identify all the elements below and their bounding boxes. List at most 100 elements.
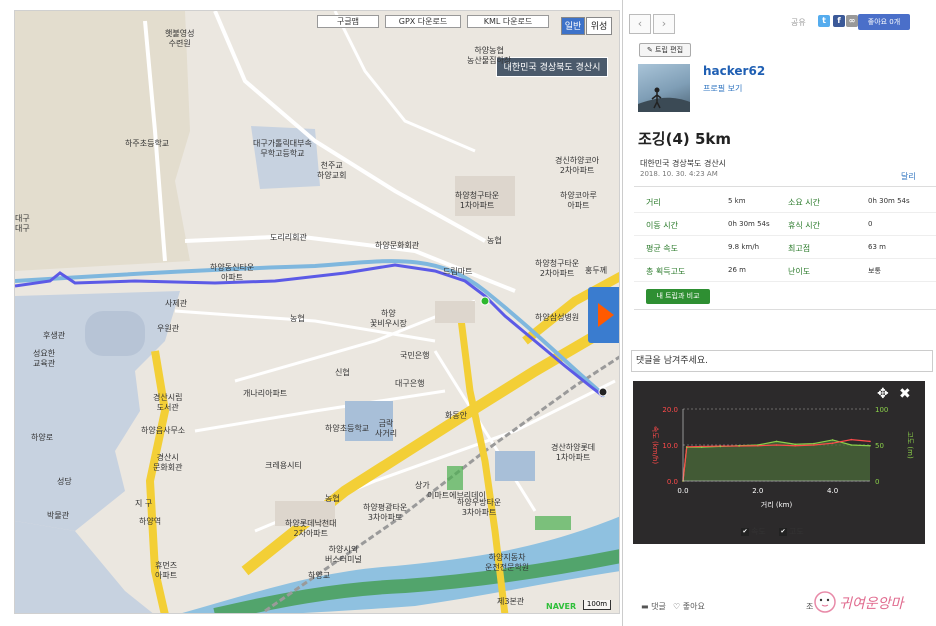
activity-type-link[interactable]: 달리 [901,171,916,182]
move-icon[interactable]: ✥ [877,387,889,401]
map-place-label: 박물관 [47,511,70,520]
elevation-speed-chart[interactable]: ✥ ✖ 0.0 10.0 20.0 0 50 100 0.0 2.0 4.0 거리 (km) 속도 … [633,381,925,544]
share-label: 공유 [791,18,806,27]
play-arrow-icon [598,303,614,327]
map-place-label: 하양역 [139,517,162,526]
y-right-tick-label: 50 [875,442,884,450]
map-type-satellite-button[interactable]: 위성 [586,17,612,35]
map-place-label: 하양교 [308,571,331,580]
speed-point [794,444,796,447]
y-left-tick-label: 10.0 [662,442,678,450]
legend-speed-label: 속도 [751,527,766,536]
map-place-label: 제3본관 [497,597,525,606]
like-link-label: 좋아요 [682,602,705,611]
speed-point [869,440,871,443]
checkbox-icon[interactable]: ✔ [779,527,787,536]
like-link[interactable]: ♡ 좋아요 [673,601,705,612]
elevation-point [775,440,778,443]
avatar[interactable] [638,64,690,112]
map-place-label: 성당 [57,477,72,486]
stat-value: 5 km [728,197,746,205]
elevation-point [794,443,796,446]
stat-row: 총 획득고도 26 m 난이도 보통 [634,259,936,282]
map-place-label: 햇불영성 수련원 [165,29,195,48]
y-left-axis-label: 속도 (km/h) [651,426,659,465]
stat-label: 평균 속도 [646,244,678,253]
compare-trip-button[interactable]: 내 트립과 비교 [646,289,710,304]
stat-label: 최고점 [788,244,811,253]
speed-point [813,444,815,446]
y-left-tick-label: 20.0 [662,406,678,414]
y-left-tick-label: 0.0 [667,478,678,486]
edit-trip-button[interactable]: ✎ 트립 편집 [639,43,691,57]
stat-value: 보통 [868,267,881,275]
profile-link[interactable]: 프로필 보기 [703,83,742,94]
username-link[interactable]: hacker62 [703,64,765,78]
stat-label: 이동 시간 [646,221,678,230]
map-place-label: 하양롯데낙천대 2차아파트 [285,519,337,538]
y-right-tick-label: 100 [875,406,888,414]
watermark: 귀여운앙마 [813,584,933,620]
close-icon[interactable]: ✖ [899,387,911,401]
facebook-icon[interactable]: f [833,15,845,27]
map-place-label: 상가 [415,481,430,490]
twitter-icon[interactable]: t [818,15,830,27]
map-place-label: 사제관 [165,299,188,308]
map-place-label: 국민은행 [400,351,430,360]
map-place-label: 경산시립 도서관 [153,393,183,412]
elevation-point [850,444,853,446]
elevation-point [869,444,871,447]
map-place-label: 드림마트 [443,267,473,276]
stat-label: 총 획득고도 [646,267,686,276]
gpx-download-button[interactable]: GPX 다운로드 [385,15,461,28]
map-place-label: 하양시외 버스터미널 [325,545,362,564]
map-place-label: 크레용시티 [265,461,302,470]
map-place-label: 화동안 [445,411,468,420]
stat-label: 소요 시간 [788,198,820,207]
comment-link-label: 댓글 [651,602,666,611]
stat-label: 난이도 [788,267,811,276]
panel-toggle-button[interactable] [588,287,619,343]
like-button[interactable]: 좋아요 0개 [858,14,910,30]
checkbox-icon[interactable]: ✔ [741,527,749,536]
map-place-label: 하양 꽃비우시장 [370,309,407,328]
map-place-label: 도리리회관 [270,233,307,242]
stat-value: 0h 30m 54s [728,220,770,228]
map-type-normal-button[interactable]: 일반 [561,17,585,35]
legend-elevation[interactable]: ✔ 고도 [779,526,804,537]
map-place-label: 하양동신타운 아파트 [210,263,255,282]
stat-row: 이동 시간 0h 30m 54s 휴식 시간 0 [634,213,936,236]
watermark-text: 귀여운앙마 [839,596,906,612]
naver-logo: NAVER [546,602,577,611]
map-place-label: 경산시 문화회관 [153,453,183,472]
prev-button[interactable]: ‹ [629,14,651,34]
kml-download-button[interactable]: KML 다운로드 [467,15,549,28]
comment-link[interactable]: ▬ 댓글 [641,601,666,612]
y-right-axis-label: 고도 (m) [906,431,914,459]
map-place-label: 하주초등학교 [125,139,170,148]
link-icon[interactable]: ∞ [846,15,858,27]
comment-input[interactable]: 댓글을 남겨주세요. [631,350,933,372]
elevation-point [700,446,703,448]
elevation-point [813,442,815,445]
map-place-label: 하양문화회관 [375,241,420,250]
chart-svg: 0.0 10.0 20.0 0 50 100 0.0 2.0 4.0 거리 (km) 속도 (km/… [651,406,914,509]
next-button[interactable]: › [653,14,675,34]
campus-area-2 [15,521,153,613]
map-place-label: 금락 사거리 [375,419,398,438]
y-right-tick-label: 0 [875,478,879,486]
elevation-point [719,445,722,448]
map-place-label: 경신하양코아 2차아파트 [555,156,600,175]
map-place-label: 농협 [487,236,502,245]
map-place-label: 하양평광타운 3차아파트 [363,503,408,522]
x-tick-label: 0.0 [677,487,688,495]
google-map-button[interactable]: 구글맵 [317,15,379,28]
map-place-label: 농협 [325,494,340,503]
stat-row: 평균 속도 9.8 km/h 최고점 63 m [634,236,936,259]
map-view[interactable]: 구글맵 GPX 다운로드 KML 다운로드 일반 위성 대한민국 경상북도 경산… [14,10,620,614]
start-marker [480,296,490,306]
map-place-label: 개나리아파트 [243,389,288,398]
legend-elevation-label: 고도 [789,527,804,536]
map-place-label: 하양초등학교 [325,424,370,433]
legend-speed[interactable]: ✔ 속도 [741,526,766,537]
